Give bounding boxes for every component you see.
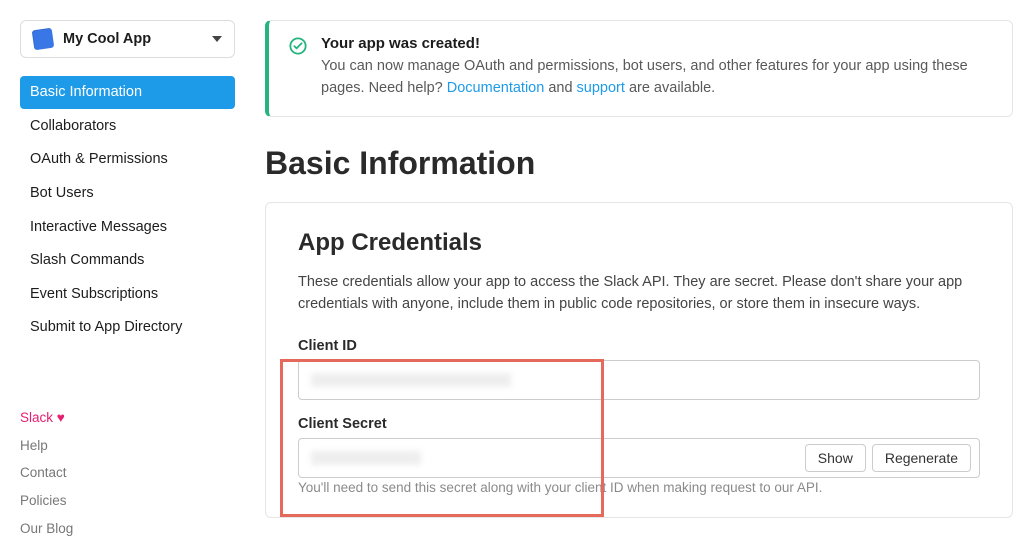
credentials-heading: App Credentials: [298, 229, 980, 257]
app-selector-dropdown[interactable]: My Cool App: [20, 20, 235, 58]
nav-bot-users[interactable]: Bot Users: [20, 177, 235, 210]
client-secret-field[interactable]: Show Regenerate: [298, 438, 980, 478]
success-banner: Your app was created! You can now manage…: [265, 20, 1013, 117]
client-secret-hint: You'll need to send this secret along wi…: [298, 480, 980, 495]
client-id-value-redacted: [311, 373, 511, 387]
footer-slack[interactable]: Slack ♥: [20, 404, 235, 432]
footer-contact[interactable]: Contact: [20, 459, 235, 487]
banner-text-after: are available.: [625, 80, 715, 96]
app-credentials-card: App Credentials These credentials allow …: [265, 202, 1013, 518]
nav-event-subscriptions[interactable]: Event Subscriptions: [20, 278, 235, 311]
chevron-down-icon: [212, 36, 222, 42]
app-name: My Cool App: [63, 31, 212, 47]
main-content: Your app was created! You can now manage…: [265, 20, 1013, 530]
nav-collaborators[interactable]: Collaborators: [20, 110, 235, 143]
footer-links: Slack ♥ Help Contact Policies Our Blog: [20, 404, 235, 542]
app-icon: [32, 28, 55, 51]
page-title: Basic Information: [265, 145, 1013, 182]
nav-basic-information[interactable]: Basic Information: [20, 76, 235, 109]
footer-policies[interactable]: Policies: [20, 487, 235, 515]
regenerate-button[interactable]: Regenerate: [872, 444, 971, 472]
footer-blog[interactable]: Our Blog: [20, 515, 235, 543]
nav-oauth-permissions[interactable]: OAuth & Permissions: [20, 143, 235, 176]
client-id-field[interactable]: [298, 360, 980, 400]
client-secret-value-redacted: [311, 451, 421, 465]
banner-text-mid: and: [544, 80, 576, 96]
client-secret-label: Client Secret: [298, 416, 980, 432]
nav-slash-commands[interactable]: Slash Commands: [20, 244, 235, 277]
show-button[interactable]: Show: [805, 444, 866, 472]
sidebar: My Cool App Basic Information Collaborat…: [20, 20, 235, 530]
support-link[interactable]: support: [577, 80, 625, 96]
nav-submit-app-directory[interactable]: Submit to App Directory: [20, 311, 235, 344]
client-id-label: Client ID: [298, 338, 980, 354]
check-circle-icon: [289, 37, 307, 55]
nav-interactive-messages[interactable]: Interactive Messages: [20, 211, 235, 244]
banner-title: Your app was created!: [321, 35, 992, 52]
footer-help[interactable]: Help: [20, 432, 235, 460]
banner-text: You can now manage OAuth and permissions…: [321, 55, 992, 100]
credentials-description: These credentials allow your app to acce…: [298, 271, 980, 316]
documentation-link[interactable]: Documentation: [447, 80, 545, 96]
sidebar-nav: Basic Information Collaborators OAuth & …: [20, 76, 235, 344]
